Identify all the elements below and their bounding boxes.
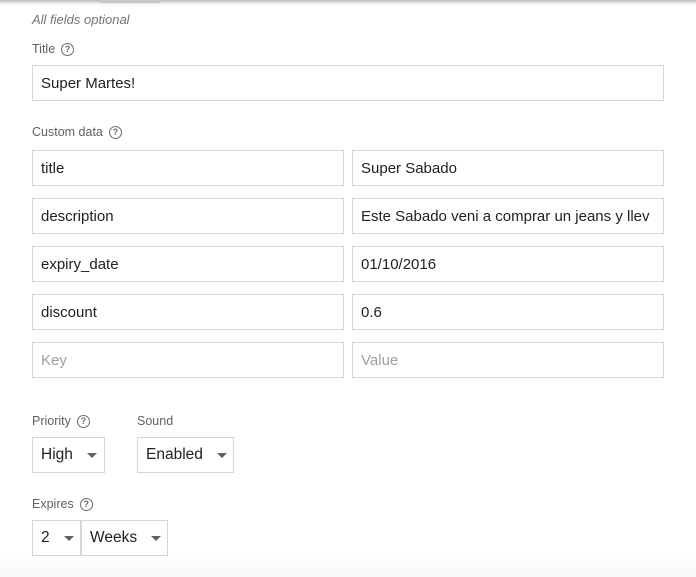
custom-data-label-group: Custom data ?: [32, 125, 122, 139]
expires-amount-value: 2: [41, 529, 50, 546]
custom-data-new-value-input[interactable]: [361, 351, 655, 369]
custom-data-value-input[interactable]: [361, 255, 655, 273]
custom-data-key-field[interactable]: [32, 150, 344, 186]
clipped-heading-remnant: [100, 0, 160, 3]
notification-options-panel: All fields optional Title ? Custom data …: [0, 0, 696, 577]
expires-unit-value: Weeks: [90, 529, 138, 546]
custom-data-value-input[interactable]: [361, 207, 655, 225]
expires-label-group: Expires ?: [32, 497, 93, 511]
chevron-down-icon: [151, 535, 162, 541]
custom-data-value-field[interactable]: [352, 294, 664, 330]
help-circle-icon[interactable]: ?: [61, 42, 75, 56]
title-label-group: Title ?: [32, 42, 75, 56]
custom-data-key-field[interactable]: [32, 294, 344, 330]
custom-data-value-field[interactable]: [352, 150, 664, 186]
custom-data-key-input[interactable]: [41, 207, 335, 225]
optional-hint: All fields optional: [32, 12, 130, 27]
custom-data-key-field[interactable]: [32, 198, 344, 234]
priority-select[interactable]: High: [32, 437, 105, 473]
priority-label: Priority: [32, 414, 71, 428]
sound-selected-value: Enabled: [146, 446, 203, 463]
custom-data-value-field[interactable]: [352, 198, 664, 234]
priority-label-group: Priority ?: [32, 414, 90, 428]
custom-data-key-input[interactable]: [41, 303, 335, 321]
title-input[interactable]: [41, 74, 655, 92]
chevron-down-icon: [63, 535, 74, 541]
custom-data-label: Custom data: [32, 125, 103, 139]
expires-amount-select[interactable]: 2: [32, 520, 81, 556]
custom-data-new-key-input[interactable]: [41, 351, 335, 369]
expires-label: Expires: [32, 497, 74, 511]
bottom-edge-fade: [0, 555, 696, 577]
custom-data-key-input[interactable]: [41, 255, 335, 273]
sound-label-group: Sound: [137, 414, 173, 428]
custom-data-value-field[interactable]: [352, 246, 664, 282]
sound-select[interactable]: Enabled: [137, 437, 234, 473]
title-field[interactable]: [32, 65, 664, 101]
help-circle-icon[interactable]: ?: [79, 497, 93, 511]
title-label: Title: [32, 42, 56, 56]
custom-data-key-input[interactable]: [41, 159, 335, 177]
custom-data-key-field[interactable]: [32, 246, 344, 282]
custom-data-new-key-field[interactable]: [32, 342, 344, 378]
custom-data-value-input[interactable]: [361, 303, 655, 321]
custom-data-new-value-field[interactable]: [352, 342, 664, 378]
help-circle-icon[interactable]: ?: [76, 414, 90, 428]
custom-data-value-input[interactable]: [361, 159, 655, 177]
sound-label: Sound: [137, 414, 174, 428]
chevron-down-icon: [86, 452, 97, 458]
help-circle-icon[interactable]: ?: [108, 125, 122, 139]
expires-unit-select[interactable]: Weeks: [81, 520, 168, 556]
chevron-down-icon: [216, 452, 227, 458]
priority-selected-value: High: [41, 446, 73, 463]
